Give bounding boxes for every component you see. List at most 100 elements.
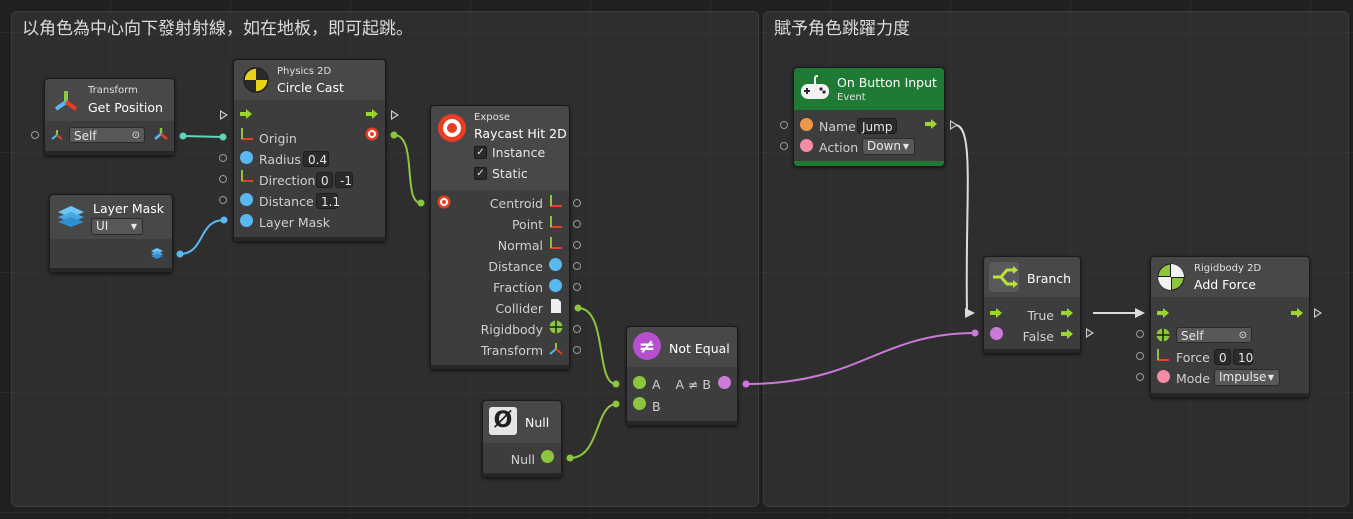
button-name-field[interactable]: Jump (857, 118, 897, 134)
direction-y-field[interactable]: -1 (335, 172, 353, 188)
object-picker-icon[interactable]: ⊙ (132, 128, 140, 144)
layer-mask-dropdown[interactable]: UI ▼ (91, 218, 143, 235)
object-icon (541, 450, 554, 463)
node-title: Add Force (1194, 277, 1256, 292)
node-title: Layer Mask (93, 201, 165, 216)
point-label: Point (511, 217, 543, 232)
radius-field[interactable]: 0.4 (303, 151, 329, 167)
circle-cast-node[interactable]: Physics 2D Circle Cast Origin Radius 0.4… (233, 59, 386, 242)
rigidbody-add-force-node[interactable]: Rigidbody 2D Add Force Self ⊙ Force 0 10… (1150, 256, 1310, 398)
a-label: A (652, 377, 661, 392)
bool-icon (718, 376, 731, 389)
self-value: Self (74, 129, 97, 143)
rigidbody-small-icon (1156, 328, 1170, 342)
distance-input-port[interactable] (219, 196, 227, 204)
point-output-port[interactable] (573, 220, 581, 228)
action-dropdown[interactable]: Down ▼ (862, 138, 915, 155)
origin-label: Origin (259, 131, 297, 146)
not-equal-icon: ≠ (633, 332, 661, 360)
force-x-field[interactable]: 0 (1214, 349, 1231, 365)
target-input-icon (437, 195, 451, 209)
force-y-field[interactable]: 10 (1233, 349, 1253, 365)
flow-output-icon (1291, 308, 1303, 318)
node-category: Expose (474, 112, 511, 123)
force-mode-dropdown[interactable]: Impulse ▼ (1214, 369, 1280, 386)
fraction-label: Fraction (493, 280, 543, 295)
target-icon (438, 114, 466, 142)
self-field[interactable]: Self ⊙ (1176, 327, 1252, 343)
radius-input-port[interactable] (219, 154, 227, 162)
mode-label: Mode (1176, 371, 1211, 386)
mode-input-port[interactable] (1136, 373, 1144, 381)
layers-icon (58, 206, 84, 227)
self-field[interactable]: Self ⊙ (69, 127, 145, 143)
flow-output-port[interactable] (1314, 308, 1322, 318)
layers-output-icon (151, 248, 163, 259)
action-value: Down (867, 139, 902, 153)
node-title: On Button Input (837, 75, 937, 90)
distance-field[interactable]: 1.1 (316, 193, 340, 209)
direction-input-port[interactable] (219, 175, 227, 183)
flow-output-icon (1061, 308, 1073, 318)
transform-small-icon (51, 130, 63, 140)
name-label: Name (819, 119, 856, 134)
chevron-down-icon: ▼ (902, 142, 909, 151)
layer-mask-icon (240, 214, 253, 227)
static-checkbox[interactable]: ✓ (474, 167, 487, 180)
distance-label: Distance (259, 194, 314, 209)
branch-node[interactable]: Branch True False (983, 256, 1081, 354)
flow-output-icon (925, 119, 937, 129)
direction-x-field[interactable]: 0 (316, 172, 333, 188)
force-label: Force (1176, 350, 1210, 365)
string-icon (800, 118, 813, 131)
null-icon: Ø (489, 407, 517, 435)
self-input-port[interactable] (1136, 330, 1144, 338)
on-button-input-node[interactable]: On Button Input Event Name Jump Action D… (793, 67, 945, 167)
rigidbody-icon (549, 320, 563, 334)
transform-get-position-node[interactable]: Transform Get Position Self ⊙ (44, 78, 175, 156)
chevron-down-icon: ▼ (130, 222, 137, 231)
radius-label: Radius (259, 152, 301, 167)
trigger-output-port[interactable] (950, 120, 958, 130)
rigidbody-output-port[interactable] (573, 325, 581, 333)
expose-raycast-hit-node[interactable]: Expose Raycast Hit 2D ✓ Instance ✓ Stati… (430, 105, 570, 370)
direction-label: Direction (259, 173, 316, 188)
action-input-port[interactable] (780, 142, 788, 150)
transform-output-port[interactable] (573, 346, 581, 354)
vector-icon (1157, 349, 1169, 361)
false-output-port[interactable] (1086, 328, 1094, 338)
force-input-port[interactable] (1136, 352, 1144, 360)
static-label: Static (492, 166, 528, 181)
vector-icon (550, 237, 562, 249)
move-gizmo-icon (549, 343, 563, 355)
object-icon (633, 397, 646, 410)
flow-input-icon (1157, 308, 1169, 318)
bool-icon (990, 327, 1003, 340)
flow-output-port[interactable] (391, 110, 399, 120)
float-icon (240, 193, 253, 206)
vector-icon (241, 128, 253, 140)
transform-input-port[interactable] (31, 131, 39, 139)
not-equal-node[interactable]: ≠ Not Equal A A ≠ B B (626, 326, 738, 426)
chevron-down-icon: ▼ (1267, 373, 1274, 382)
centroid-output-port[interactable] (573, 199, 581, 207)
float-icon (240, 151, 253, 164)
distance-output-label: Distance (488, 259, 543, 274)
flow-input-port[interactable] (220, 110, 228, 120)
node-title: Get Position (88, 100, 163, 115)
layer-mask-node[interactable]: Layer Mask UI ▼ (49, 194, 173, 273)
rigidbody-icon (1157, 263, 1185, 291)
result-label: A ≠ B (675, 377, 711, 392)
object-icon (633, 376, 646, 389)
null-node[interactable]: Ø Null Null (482, 400, 562, 478)
node-title: Not Equal (669, 341, 730, 356)
branch-icon (989, 262, 1019, 292)
distance-output-port[interactable] (573, 262, 581, 270)
node-category: Transform (88, 85, 138, 96)
normal-output-port[interactable] (573, 241, 581, 249)
fraction-output-port[interactable] (573, 283, 581, 291)
name-input-port[interactable] (780, 121, 788, 129)
node-category: Rigidbody 2D (1194, 263, 1262, 274)
object-picker-icon[interactable]: ⊙ (1239, 328, 1247, 344)
instance-checkbox[interactable]: ✓ (474, 146, 487, 159)
